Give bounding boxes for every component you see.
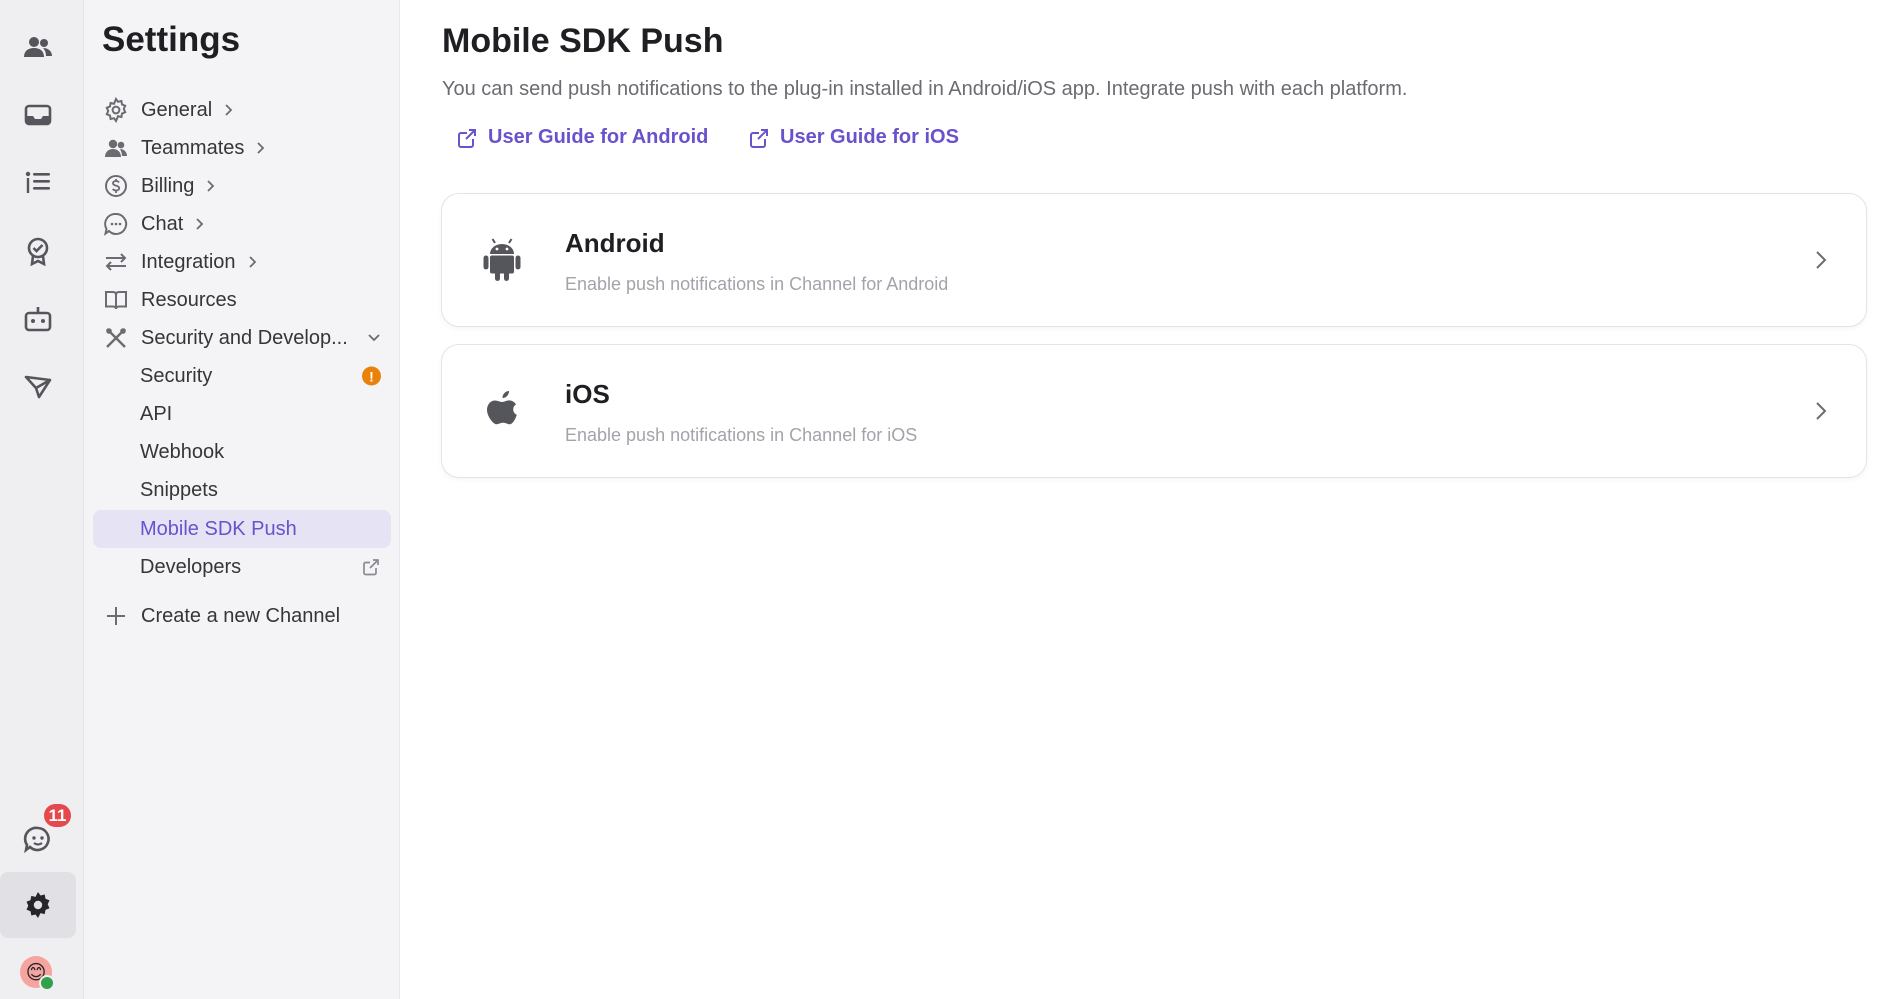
sidebar-item-security-and-developers[interactable]: Security and Develop... bbox=[93, 319, 391, 357]
create-channel-button[interactable]: Create a new Channel bbox=[93, 597, 391, 635]
android-guide-label: User Guide for Android bbox=[488, 126, 709, 148]
sidebar-subitem-mobile-sdk-push[interactable]: Mobile SDK Push bbox=[93, 510, 391, 548]
sidebar-item-general[interactable]: General bbox=[93, 91, 391, 129]
plus-icon bbox=[103, 603, 129, 629]
chevron-right-icon bbox=[1816, 402, 1827, 420]
sidebar-title: Settings bbox=[102, 20, 241, 59]
page-title: Mobile SDK Push bbox=[442, 22, 724, 60]
android-icon bbox=[480, 238, 524, 282]
warning-icon: ! bbox=[362, 366, 381, 386]
online-status-dot bbox=[39, 975, 55, 991]
gear-icon bbox=[103, 97, 129, 123]
chevron-right-icon bbox=[204, 179, 218, 193]
chevron-right-icon bbox=[1816, 251, 1827, 269]
ios-platform-card[interactable]: iOS Enable push notifications in Channel… bbox=[441, 344, 1867, 478]
rail-chat-button[interactable]: 11 bbox=[0, 802, 76, 872]
arrows-icon bbox=[103, 249, 129, 275]
sidebar-item-teammates[interactable]: Teammates bbox=[93, 129, 391, 167]
sidebar-subitem-api[interactable]: API bbox=[93, 395, 391, 433]
android-guide-link[interactable]: User Guide for Android bbox=[456, 126, 708, 149]
create-channel-label: Create a new Channel bbox=[141, 604, 341, 627]
sidebar-item-label: Teammates bbox=[141, 136, 245, 159]
rail-inbox-button[interactable] bbox=[0, 82, 76, 148]
chevron-right-icon bbox=[193, 217, 207, 231]
rail-team-button[interactable] bbox=[0, 14, 76, 80]
sidebar-item-label: Billing bbox=[141, 174, 195, 197]
sidebar-subitem-webhook[interactable]: Webhook bbox=[93, 433, 391, 471]
apple-icon bbox=[480, 389, 524, 433]
chevron-right-icon bbox=[254, 141, 268, 155]
rail-bot-button[interactable] bbox=[0, 286, 76, 352]
sidebar-item-label: Webhook bbox=[140, 440, 225, 463]
team-icon bbox=[24, 37, 52, 57]
gear-icon bbox=[26, 892, 50, 918]
sidebar-item-label: Security and Develop... bbox=[141, 326, 348, 349]
main-content: Mobile SDK Push You can send push notifi… bbox=[400, 0, 1886, 999]
inbox-icon bbox=[24, 104, 52, 126]
icon-rail: 11 😊 bbox=[0, 0, 84, 999]
rail-list-button[interactable] bbox=[0, 150, 76, 216]
sidebar-item-label: API bbox=[140, 402, 173, 425]
platform-description: Enable push notifications in Channel for… bbox=[565, 425, 918, 445]
chat-icon bbox=[103, 211, 129, 237]
bot-icon bbox=[24, 307, 52, 332]
chevron-down-icon bbox=[367, 331, 381, 345]
dollar-icon bbox=[103, 173, 129, 199]
platform-name: Android bbox=[565, 228, 665, 258]
sidebar-item-label: Mobile SDK Push bbox=[140, 517, 297, 540]
sidebar-item-integration[interactable]: Integration bbox=[93, 243, 391, 281]
sidebar-subitem-snippets[interactable]: Snippets bbox=[93, 471, 391, 509]
ios-guide-link[interactable]: User Guide for iOS bbox=[748, 126, 959, 149]
external-link-icon bbox=[361, 557, 381, 577]
people-icon bbox=[103, 135, 129, 161]
sidebar-subitem-security[interactable]: Security ! bbox=[93, 357, 391, 395]
sidebar-item-label: Snippets bbox=[140, 478, 218, 501]
external-link-icon bbox=[750, 128, 768, 148]
sidebar-item-resources[interactable]: Resources bbox=[93, 281, 391, 319]
sidebar-item-chat[interactable]: Chat bbox=[93, 205, 391, 243]
page-description: You can send push notifications to the p… bbox=[442, 78, 1408, 100]
user-avatar[interactable]: 😊 bbox=[20, 956, 55, 991]
rail-send-button[interactable] bbox=[0, 354, 76, 420]
ios-guide-label: User Guide for iOS bbox=[780, 126, 959, 148]
sidebar-item-label: Security bbox=[140, 364, 213, 387]
notification-badge: 11 bbox=[42, 802, 73, 829]
sidebar-item-label: Resources bbox=[141, 288, 237, 311]
android-platform-card[interactable]: Android Enable push notifications in Cha… bbox=[441, 193, 1867, 327]
sidebar-subitem-developers[interactable]: Developers bbox=[93, 548, 391, 586]
chevron-right-icon bbox=[246, 255, 260, 269]
sidebar-item-label: Integration bbox=[141, 250, 236, 273]
list-icon bbox=[25, 171, 50, 193]
sidebar-item-billing[interactable]: Billing bbox=[93, 167, 391, 205]
rail-settings-button[interactable] bbox=[0, 872, 76, 938]
platform-name: iOS bbox=[565, 379, 610, 409]
sidebar-item-label: Chat bbox=[141, 212, 184, 235]
external-link-icon bbox=[458, 128, 476, 148]
badge-check-icon bbox=[27, 237, 49, 267]
chevron-right-icon bbox=[222, 103, 236, 117]
platform-description: Enable push notifications in Channel for… bbox=[565, 274, 949, 294]
sidebar-item-label: Developers bbox=[140, 555, 242, 578]
settings-sidebar: Settings General Teammates Billing Chat … bbox=[84, 0, 400, 999]
rail-badge-button[interactable] bbox=[0, 218, 76, 284]
sidebar-item-label: General bbox=[141, 98, 213, 121]
send-icon bbox=[24, 375, 52, 399]
tools-icon bbox=[103, 325, 129, 351]
book-icon bbox=[103, 287, 129, 313]
